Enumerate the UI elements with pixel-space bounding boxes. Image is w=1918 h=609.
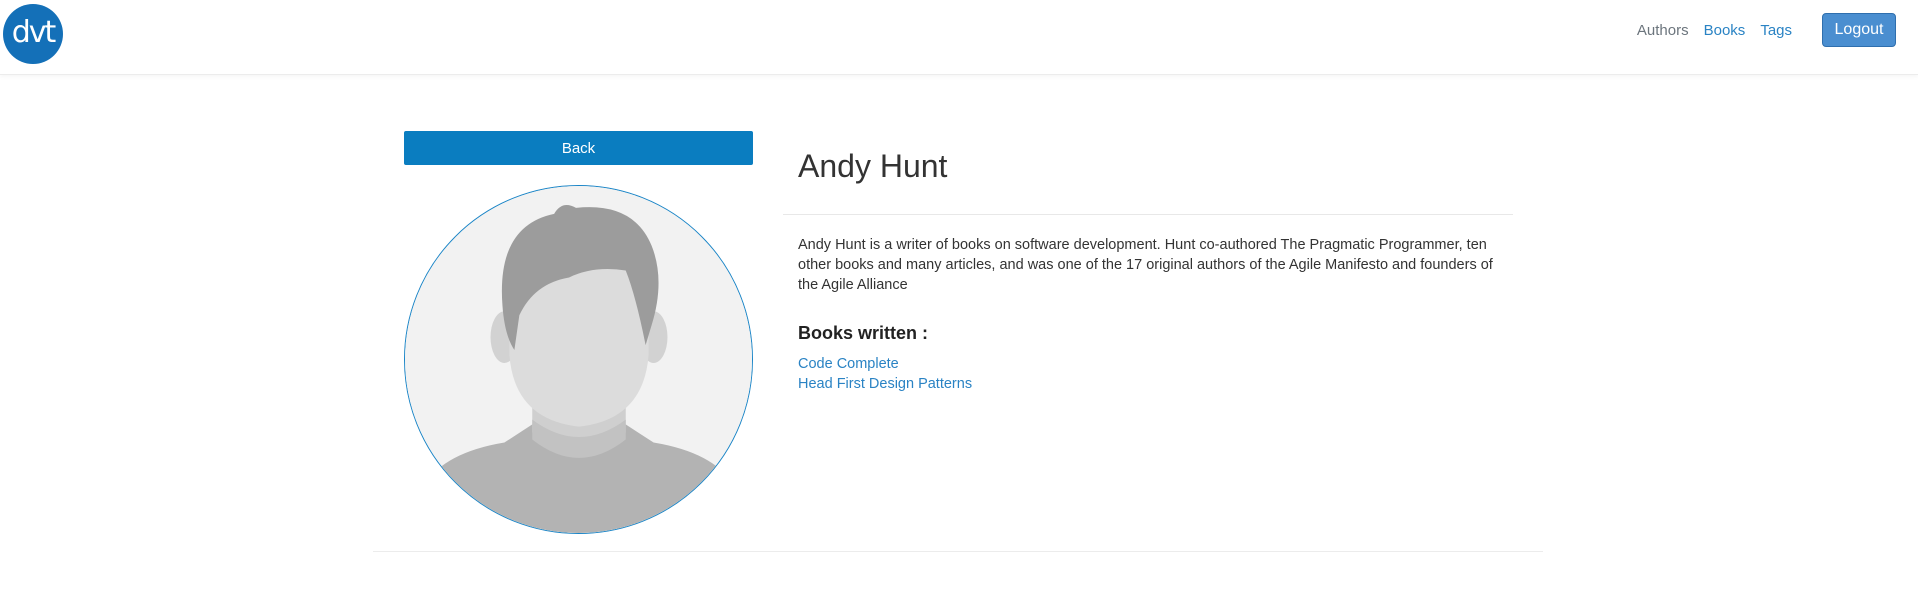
book-link-code-complete[interactable]: Code Complete bbox=[798, 354, 972, 374]
nav-link-tags[interactable]: Tags bbox=[1760, 22, 1792, 39]
book-list: Code Complete Head First Design Patterns bbox=[798, 354, 972, 394]
author-avatar bbox=[404, 185, 753, 534]
author-name-heading: Andy Hunt bbox=[798, 148, 948, 184]
list-item: Head First Design Patterns bbox=[798, 374, 972, 394]
divider bbox=[783, 214, 1513, 215]
divider bbox=[373, 551, 1543, 552]
nav-link-books[interactable]: Books bbox=[1704, 22, 1746, 39]
logout-button[interactable]: Logout bbox=[1822, 13, 1896, 47]
dvt-logo[interactable]: dvt bbox=[3, 4, 63, 64]
default-person-avatar-icon bbox=[405, 186, 752, 533]
nav-link-authors[interactable]: Authors bbox=[1637, 22, 1689, 39]
list-item: Code Complete bbox=[798, 354, 972, 374]
back-button[interactable]: Back bbox=[404, 131, 753, 165]
top-navbar: dvt Authors Books Tags Logout bbox=[0, 0, 1918, 75]
nav-links: Authors Books Tags Logout bbox=[1637, 13, 1896, 47]
books-written-heading: Books written : bbox=[798, 323, 929, 343]
author-bio: Andy Hunt is a writer of books on softwa… bbox=[798, 237, 1493, 293]
book-link-head-first-design-patterns[interactable]: Head First Design Patterns bbox=[798, 374, 972, 394]
